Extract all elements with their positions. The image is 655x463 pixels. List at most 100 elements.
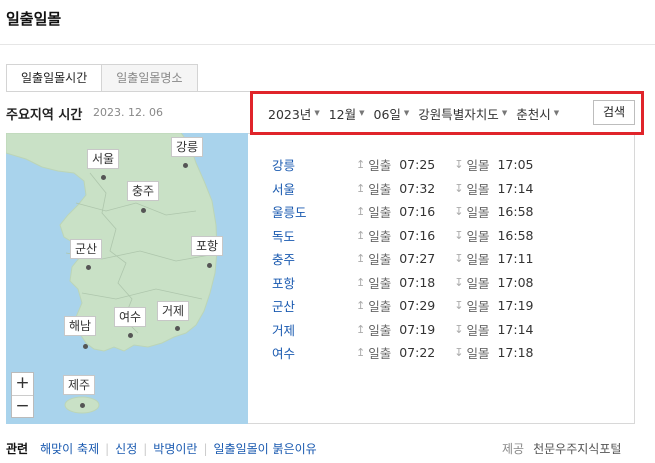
tab-sunrise-times[interactable]: 일출일몰시간 [6,64,103,92]
map-marker-geoje[interactable] [175,326,180,331]
sunset-time: 16:58 [497,204,534,220]
map-label-geoje[interactable]: 거제 [157,301,190,321]
map-marker-gunsan[interactable] [86,265,91,270]
map-marker-haenam[interactable] [83,344,88,349]
link-separator: | [105,441,110,456]
korea-map[interactable]: 서울 강릉 충주 군산 포항 여수 거제 해남 제주 [6,133,248,424]
sunset-time: 16:58 [497,227,534,243]
date-location-filters: 2023년 ▼ 12월 ▼ 06일 ▼ 강원특별자치도 ▼ 춘천시 ▼ [268,100,568,126]
city-link[interactable]: 독도 [272,226,356,245]
city-link[interactable]: 거제 [272,320,356,339]
sunrise-icon: ↥ [356,275,366,289]
zoom-in-button[interactable]: + [12,373,33,395]
caret-down-icon: ▼ [359,109,365,117]
sunset-icon: ↧ [454,275,464,289]
month-select-value: 12월 [328,106,357,122]
sunset-label: 일몰 [466,299,490,315]
map-label-chungju[interactable]: 충주 [127,181,160,201]
sunrise-icon: ↥ [356,299,366,313]
city-link[interactable]: 강릉 [272,155,356,174]
sunset-icon: ↧ [454,346,464,360]
title-divider [0,44,655,45]
table-row: 독도 ↥ 일출 07:16 ↧ 일몰 16:58 [272,224,552,248]
map-label-gangneung[interactable]: 강릉 [171,137,204,157]
table-row: 여수 ↥ 일출 07:22 ↧ 일몰 17:18 [272,341,552,365]
provider-link[interactable]: 천문우주지식포털 [533,440,621,457]
region-title: 주요지역 시간 [6,108,83,123]
day-select-value: 06일 [373,106,401,122]
month-select[interactable]: 12월 ▼ [329,104,365,123]
map-label-haenam[interactable]: 해남 [64,316,97,336]
sunset-icon: ↧ [454,181,464,195]
sunset-icon: ↧ [454,322,464,336]
sunset-time: 17:18 [497,345,534,361]
provider-label: 제공 [502,442,525,456]
sunset-label: 일몰 [466,205,490,221]
city-select-value: 춘천시 [516,106,551,122]
map-label-gunsan[interactable]: 군산 [70,239,103,259]
sunset-icon: ↧ [454,228,464,242]
table-row: 포항 ↥ 일출 07:18 ↧ 일몰 17:08 [272,271,552,295]
map-label-jeju[interactable]: 제주 [63,375,96,395]
city-link[interactable]: 서울 [272,179,356,198]
related-link-twilight[interactable]: 박명이란 [153,440,197,457]
sunrise-label: 일출 [368,322,392,338]
map-marker-yeosu[interactable] [128,333,133,338]
sunrise-label: 일출 [368,299,392,315]
map-label-seoul[interactable]: 서울 [87,149,120,169]
caret-down-icon: ▼ [501,109,508,117]
table-row: 강릉 ↥ 일출 07:25 ↧ 일몰 17:05 [272,153,552,177]
sunset-icon: ↧ [454,299,464,313]
sunrise-icon: ↥ [356,228,366,242]
map-marker-jeju[interactable] [80,403,85,408]
city-select[interactable]: 춘천시 ▼ [516,104,559,123]
table-row: 서울 ↥ 일출 07:32 ↧ 일몰 17:14 [272,177,552,201]
city-link[interactable]: 충주 [272,249,356,268]
sunset-label: 일몰 [466,275,490,291]
sunrise-label: 일출 [368,158,392,174]
tab-bar: 일출일몰시간 일출일몰명소 [6,64,198,92]
city-link[interactable]: 여수 [272,343,356,362]
related-link-festival[interactable]: 해맞이 축제 [40,440,99,457]
sunrise-time: 07:19 [399,321,436,337]
sunset-time: 17:05 [497,157,534,173]
map-label-pohang[interactable]: 포항 [191,236,224,256]
related-link-red-sky[interactable]: 일출일몰이 붉은이유 [214,440,317,457]
related-link-new-year[interactable]: 신정 [115,440,137,457]
sunset-label: 일몰 [466,346,490,362]
sunrise-time: 07:22 [399,345,436,361]
data-provider: 제공 천문우주지식포털 [502,440,621,457]
province-select[interactable]: 강원특별자치도 ▼ [418,104,507,123]
city-link[interactable]: 포항 [272,273,356,292]
sunrise-time: 07:16 [399,227,436,243]
map-marker-chungju[interactable] [141,208,146,213]
year-select[interactable]: 2023년 ▼ [268,104,320,123]
table-row: 군산 ↥ 일출 07:29 ↧ 일몰 17:19 [272,294,552,318]
sunset-label: 일몰 [466,322,490,338]
sunrise-time: 07:16 [399,204,436,220]
table-row: 충주 ↥ 일출 07:27 ↧ 일몰 17:11 [272,247,552,271]
tab-sunrise-spots[interactable]: 일출일몰명소 [102,64,198,92]
city-link[interactable]: 군산 [272,296,356,315]
sunrise-label: 일출 [368,252,392,268]
city-link[interactable]: 울릉도 [272,202,356,221]
sunrise-time: 07:25 [399,157,436,173]
sunset-time: 17:11 [497,251,534,267]
related-heading: 관련 [6,442,29,456]
sunrise-label: 일출 [368,346,392,362]
sunset-time: 17:19 [497,298,534,314]
zoom-out-button[interactable]: − [12,396,33,418]
map-label-yeosu[interactable]: 여수 [114,307,147,327]
map-marker-pohang[interactable] [207,263,212,268]
sunrise-label: 일출 [368,275,392,291]
sunrise-time: 07:32 [399,180,436,196]
map-marker-seoul[interactable] [101,175,106,180]
sunrise-icon: ↥ [356,322,366,336]
map-land [6,133,218,414]
map-marker-gangneung[interactable] [183,163,188,168]
search-button[interactable]: 검색 [593,100,635,125]
link-separator: | [143,441,148,456]
day-select[interactable]: 06일 ▼ [374,104,410,123]
sunrise-icon: ↥ [356,346,366,360]
caret-down-icon: ▼ [553,109,560,117]
